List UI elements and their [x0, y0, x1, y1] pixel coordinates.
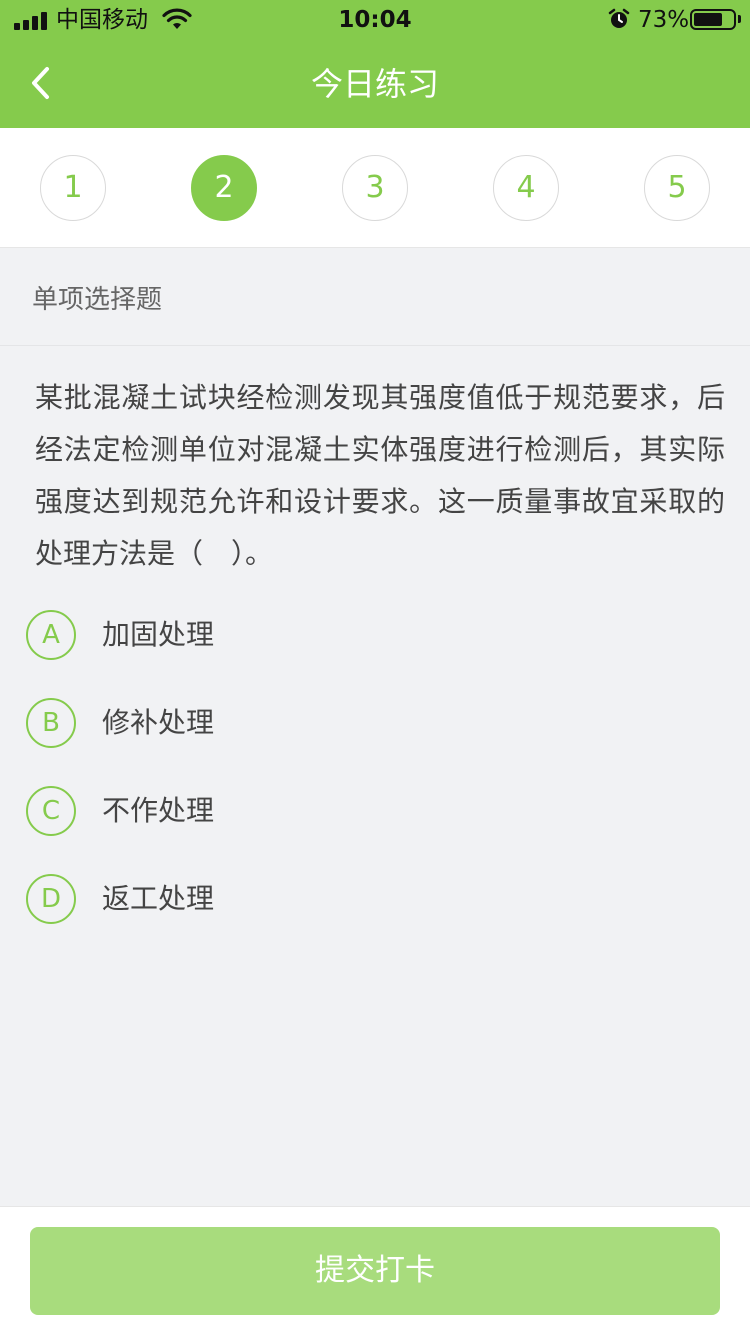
- battery-fill: [694, 13, 722, 26]
- option-text-a: 加固处理: [102, 618, 215, 651]
- option-letter-d: D: [26, 874, 76, 924]
- practice-page: 中国移动 10:04 73% 今日练习 1 2 3 4 5 单项选择题 某批混凝…: [0, 0, 750, 1334]
- battery-percent: 73%: [638, 7, 690, 33]
- option-letter-b: B: [26, 698, 76, 748]
- header: 中国移动 10:04 73% 今日练习: [0, 0, 750, 128]
- option-letter-c: C: [26, 786, 76, 836]
- submit-checkin-button[interactable]: 提交打卡: [30, 1227, 720, 1315]
- question-type-label: 单项选择题: [32, 285, 163, 315]
- option-text-d: 返工处理: [102, 882, 215, 915]
- question-number-strip: 1 2 3 4 5: [0, 128, 750, 248]
- question-number-1[interactable]: 1: [40, 155, 106, 221]
- question-text: 某批混凝土试块经检测发现其强度值低于规范要求，后经法定检测单位对混凝土实体强度进…: [35, 381, 725, 570]
- option-letter-a: A: [26, 610, 76, 660]
- divider: [0, 345, 750, 346]
- battery-icon: [690, 9, 736, 30]
- option-a[interactable]: A 加固处理: [26, 610, 626, 662]
- bottom-bar: 提交打卡: [0, 1206, 750, 1334]
- alarm-icon: [608, 8, 630, 28]
- option-text-c: 不作处理: [102, 794, 215, 827]
- option-b[interactable]: B 修补处理: [26, 698, 626, 750]
- option-d[interactable]: D 返工处理: [26, 874, 626, 926]
- question-number-2[interactable]: 2: [191, 155, 257, 221]
- question-number-5[interactable]: 5: [644, 155, 710, 221]
- page-title: 今日练习: [310, 65, 439, 103]
- status-bar: 中国移动 10:04 73%: [0, 0, 750, 40]
- nav-bar: 今日练习: [0, 40, 750, 128]
- battery-tip: [738, 15, 741, 23]
- option-text-b: 修补处理: [102, 706, 215, 739]
- question-number-3[interactable]: 3: [342, 155, 408, 221]
- option-c[interactable]: C 不作处理: [26, 786, 626, 838]
- question-number-4[interactable]: 4: [493, 155, 559, 221]
